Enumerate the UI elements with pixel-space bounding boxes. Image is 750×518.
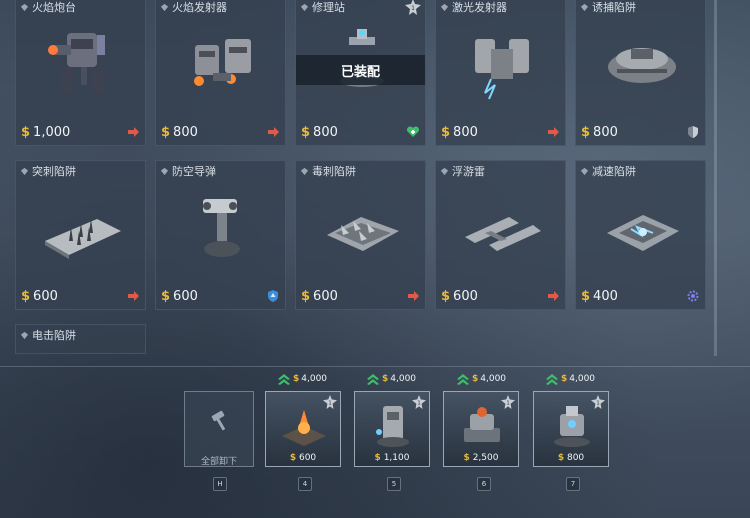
gear-icon <box>687 290 699 302</box>
slot-price: 600 <box>298 453 317 463</box>
hotkey-6: 6 <box>477 477 491 491</box>
defense-card-floating-mine[interactable]: 浮游雷 $600 <box>435 160 566 310</box>
card-price: 600 <box>173 288 198 304</box>
scrollbar[interactable] <box>714 0 717 356</box>
category-icon <box>580 167 589 175</box>
card-price: 800 <box>593 124 618 140</box>
card-name: 浮游雷 <box>452 165 485 178</box>
category-icon <box>20 331 29 339</box>
floating-mine-icon <box>465 217 541 251</box>
card-name: 防空导弹 <box>172 165 216 178</box>
equipped-banner: 已装配 <box>296 55 425 85</box>
upgrade-chevron-icon <box>367 374 379 385</box>
card-name: 火焰炮台 <box>32 1 76 14</box>
hotkey-4: 4 <box>298 477 312 491</box>
loadout-slot-7[interactable]: 1 $ 800 <box>533 391 609 467</box>
card-name: 激光发射器 <box>452 1 507 14</box>
card-name: 火焰发射器 <box>172 1 227 14</box>
upgrade-chevron-icon <box>278 374 290 385</box>
defense-card-aa-missile[interactable]: 防空导弹 $600 <box>155 160 286 310</box>
category-icon <box>300 3 309 11</box>
svg-text:1: 1 <box>411 5 415 12</box>
card-name: 诱捕陷阱 <box>592 1 636 14</box>
category-icon <box>160 167 169 175</box>
loadout-slot-6[interactable]: 1 $ 2,500 <box>443 391 519 467</box>
card-price: 400 <box>593 288 618 304</box>
loadout-bar: 全部卸下 H $4,000 1 $ 600 4 $4,000 1 $ 1,100… <box>0 367 750 518</box>
hotkey-7: 7 <box>566 477 580 491</box>
card-price: 800 <box>173 124 198 140</box>
red-arrow-icon <box>408 291 419 301</box>
slow-trap-icon <box>607 215 679 251</box>
spike-trap-icon <box>45 219 121 259</box>
red-arrow-icon <box>548 291 559 301</box>
shield-icon <box>688 126 698 138</box>
aa-missile-icon <box>203 199 240 257</box>
green-heart-icon <box>406 126 420 137</box>
card-name: 电击陷阱 <box>32 329 76 342</box>
upgrade-cost: $4,000 <box>366 373 416 385</box>
blue-shield-icon <box>268 290 278 302</box>
card-price: 1,000 <box>33 124 71 140</box>
upgrade-cost-value: 4,000 <box>301 374 328 384</box>
card-price: 600 <box>313 288 338 304</box>
card-name: 修理站 <box>312 1 345 14</box>
upgrade-cost-value: 4,000 <box>480 374 507 384</box>
repair-station-icon <box>554 406 590 447</box>
card-price: 600 <box>453 288 478 304</box>
slot-price: 2,500 <box>472 453 499 463</box>
laser-tower-icon <box>376 406 409 447</box>
rank-badge-icon: 1 <box>405 0 421 15</box>
slot-price: 1,100 <box>383 453 410 463</box>
category-icon <box>20 3 29 11</box>
upgrade-chevron-icon <box>546 374 558 385</box>
defense-card-shock-trap[interactable]: 电击陷阱 <box>15 324 146 354</box>
defense-card-flame-turret[interactable]: 火焰炮台 $1,000 <box>15 0 146 146</box>
defense-card-slow-trap[interactable]: 减速陷阱 $400 <box>575 160 706 310</box>
laser-launcher-icon <box>475 39 529 100</box>
flamethrower-icon <box>194 39 251 86</box>
red-arrow-icon <box>128 127 139 137</box>
defense-card-lure-trap[interactable]: 诱捕陷阱 $800 <box>575 0 706 146</box>
category-icon <box>440 167 449 175</box>
upgrade-cost-value: 4,000 <box>569 374 596 384</box>
cannon-turret-icon <box>464 407 500 442</box>
upgrade-cost: $4,000 <box>277 373 327 385</box>
upgrade-cost-value: 4,000 <box>390 374 417 384</box>
slot-price: 800 <box>566 453 585 463</box>
upgrade-cost: $4,000 <box>456 373 506 385</box>
defense-card-laser-launcher[interactable]: 激光发射器 $800 <box>435 0 566 146</box>
unequip-all-label: 全部卸下 <box>200 457 237 467</box>
defense-card-poison-spike-trap[interactable]: 毒刺陷阱 $600 <box>295 160 426 310</box>
category-icon <box>440 3 449 11</box>
card-name: 减速陷阱 <box>592 165 636 178</box>
defense-card-repair-station[interactable]: 修理站 1 已装配 $800 <box>295 0 426 146</box>
category-icon <box>580 3 589 11</box>
card-price: 800 <box>453 124 478 140</box>
card-price: 800 <box>313 124 338 140</box>
flame-turret-icon <box>48 33 105 93</box>
hotkey-5: 5 <box>387 477 401 491</box>
defense-card-flamethrower[interactable]: 火焰发射器 $800 <box>155 0 286 146</box>
upgrade-chevron-icon <box>457 374 469 385</box>
poison-spike-trap-icon <box>327 217 399 251</box>
card-name: 毒刺陷阱 <box>312 165 356 178</box>
red-arrow-icon <box>268 127 279 137</box>
lure-trap-icon <box>608 48 676 83</box>
category-icon <box>20 167 29 175</box>
upgrade-cost: $4,000 <box>545 373 595 385</box>
loadout-slot-4[interactable]: 1 $ 600 <box>265 391 341 467</box>
defense-card-spike-trap[interactable]: 突刺陷阱 $600 <box>15 160 146 310</box>
category-icon <box>300 167 309 175</box>
red-arrow-icon <box>548 127 559 137</box>
loadout-slot-5[interactable]: 1 $ 1,100 <box>354 391 430 467</box>
red-arrow-icon <box>128 291 139 301</box>
card-price: 600 <box>33 288 58 304</box>
hotkey-h: H <box>213 477 227 491</box>
explosive-trap-icon <box>282 410 326 446</box>
unequip-all-button[interactable]: 全部卸下 <box>184 391 254 467</box>
hammer-icon <box>211 410 226 431</box>
category-icon <box>160 3 169 11</box>
card-name: 突刺陷阱 <box>32 165 76 178</box>
